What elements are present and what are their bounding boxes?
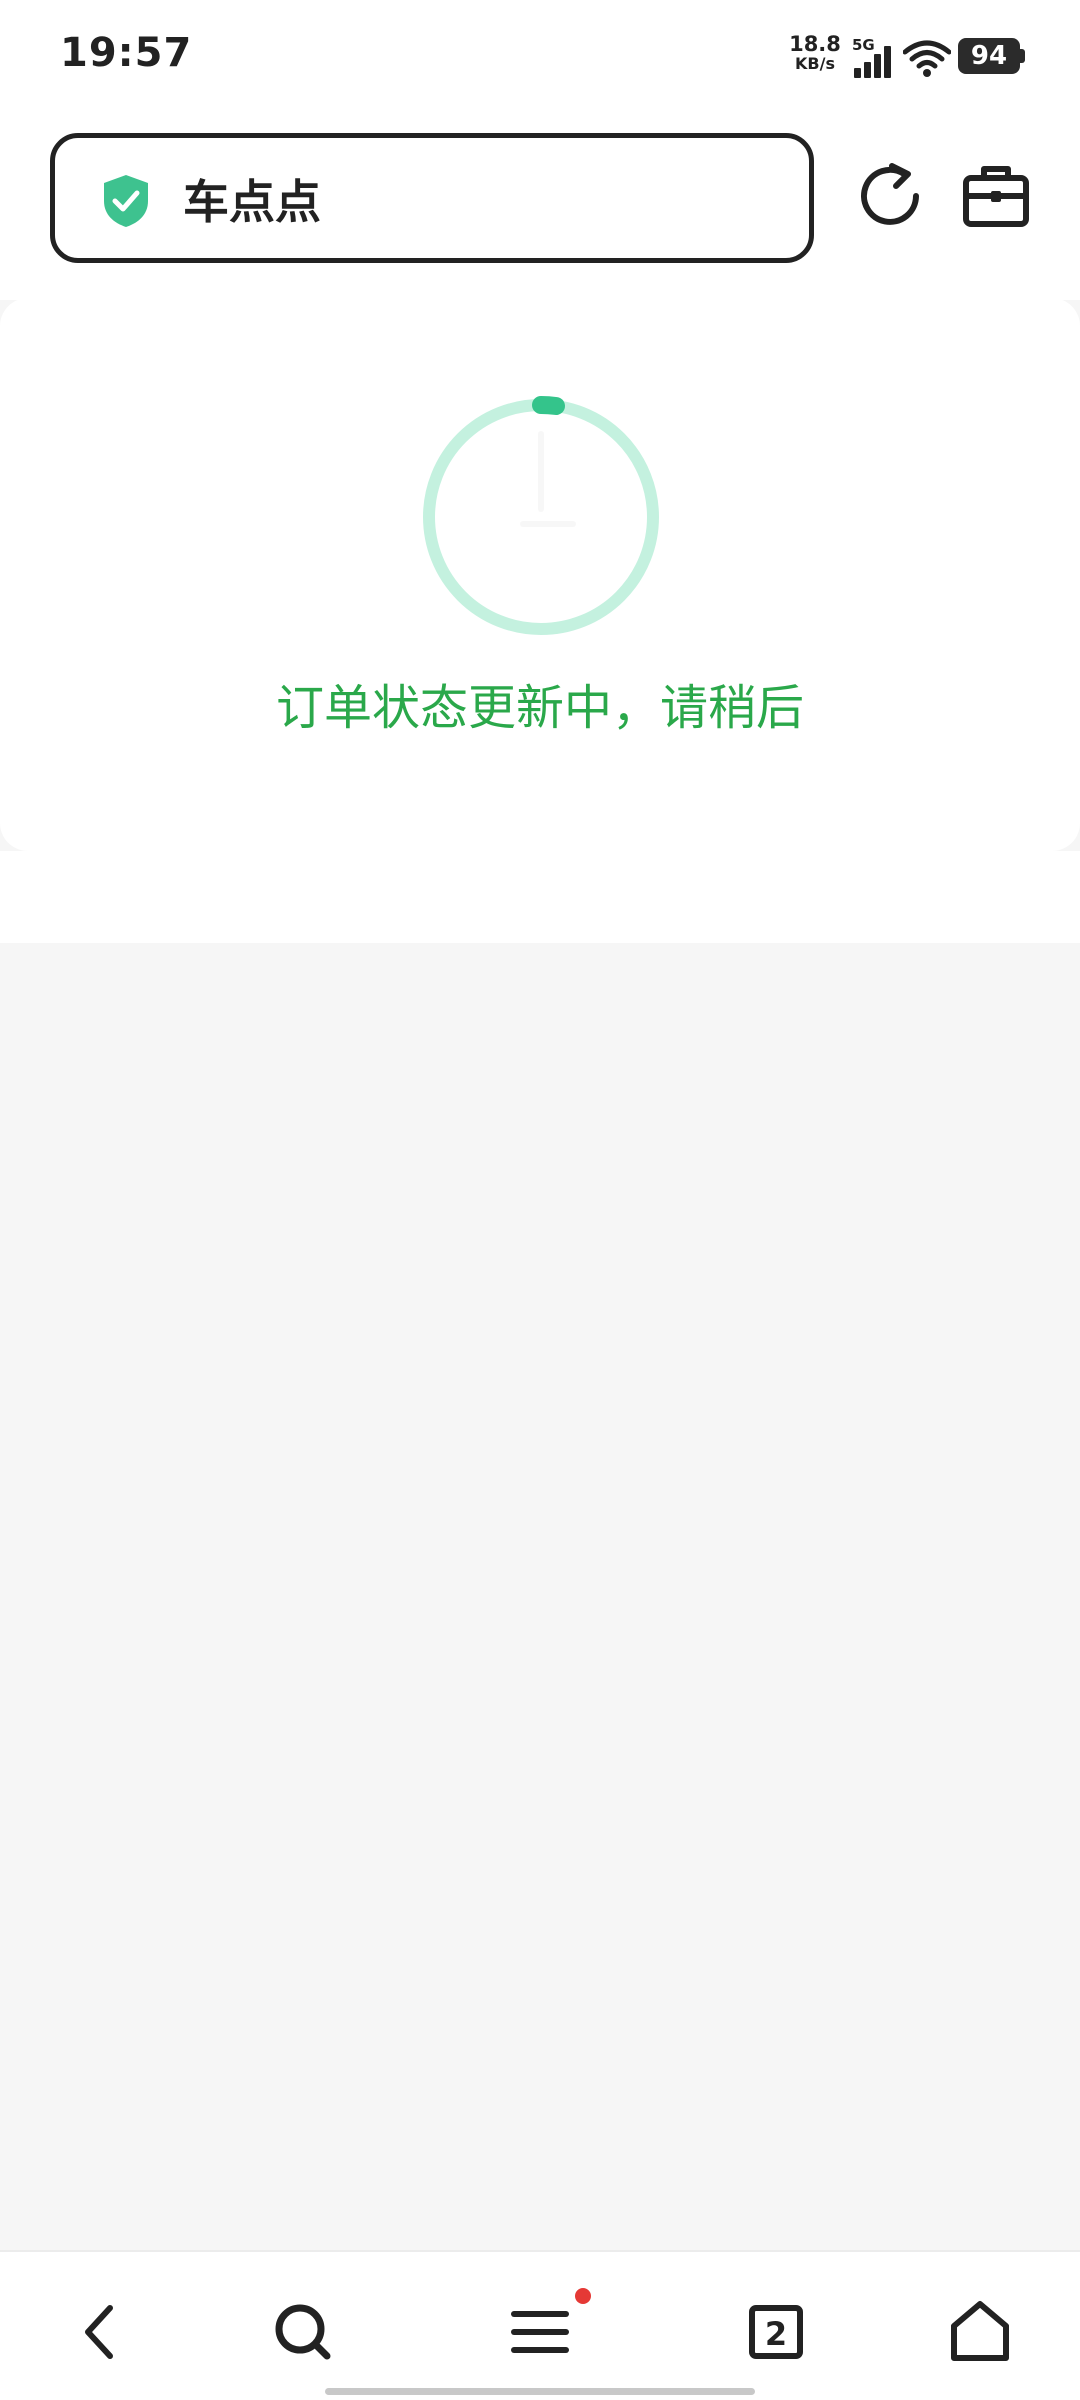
- content-divider: [0, 851, 1080, 943]
- home-icon[interactable]: [940, 2292, 1020, 2372]
- shield-check-icon: [104, 175, 148, 227]
- network-type-label: 5G: [852, 36, 875, 54]
- back-icon[interactable]: [60, 2292, 140, 2372]
- battery-icon: 94: [958, 38, 1020, 74]
- wifi-icon: [903, 40, 951, 77]
- page-title: 车点点: [183, 175, 321, 229]
- home-indicator[interactable]: [325, 2388, 755, 2395]
- network-speed: 18.8 KB/s: [785, 34, 845, 74]
- battery-tip: [1020, 49, 1025, 63]
- toolbox-icon[interactable]: [960, 160, 1032, 232]
- menu-icon[interactable]: [500, 2292, 580, 2372]
- status-time: 19:57: [60, 30, 193, 76]
- search-icon[interactable]: [263, 2292, 343, 2372]
- order-status-card: 订单状态更新中，请稍后: [0, 298, 1080, 851]
- network-speed-unit: KB/s: [795, 54, 835, 73]
- network-speed-value: 18.8: [789, 32, 841, 56]
- menu-badge-dot: [575, 2288, 591, 2304]
- address-bar[interactable]: 车点点: [50, 133, 814, 263]
- tabs-icon[interactable]: 2: [736, 2292, 816, 2372]
- status-bar: 19:57 18.8 KB/s 5G 94: [0, 0, 1080, 110]
- loading-spinner: [423, 395, 659, 635]
- cellular-signal-icon: 5G: [852, 36, 898, 78]
- bottom-navigation: 2: [0, 2250, 1080, 2400]
- loading-message: 订单状态更新中，请稍后: [275, 680, 804, 736]
- tabs-count: 2: [765, 2315, 787, 2353]
- refresh-icon[interactable]: [854, 160, 926, 232]
